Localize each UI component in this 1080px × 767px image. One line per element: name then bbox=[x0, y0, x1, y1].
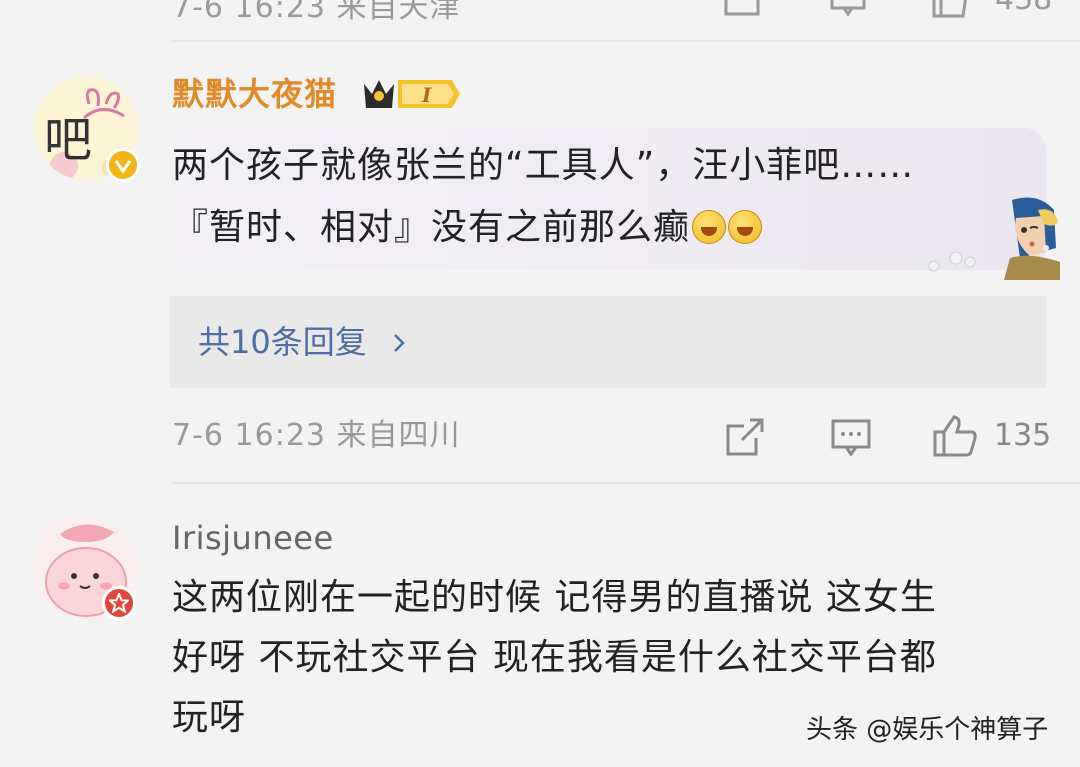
comment-text-line-1: 这两位刚在一起的时候 记得男的直播说 这女生 bbox=[172, 577, 937, 618]
comment-text-line-2-text: 『暂时、相对』没有之前那么癫 bbox=[172, 207, 691, 248]
laugh-cry-emoji-icon bbox=[692, 210, 727, 244]
chevron-right-icon bbox=[394, 334, 405, 352]
avatar[interactable] bbox=[34, 516, 138, 620]
comment-text-line-2: 好呀 不玩社交平台 现在我看是什么社交平台都 bbox=[172, 637, 937, 678]
like-icon[interactable] bbox=[930, 0, 970, 18]
avatar[interactable]: 吧 bbox=[34, 76, 140, 182]
comment-icon[interactable] bbox=[830, 418, 872, 458]
username[interactable]: Irisjuneee bbox=[172, 518, 334, 558]
like-icon[interactable] bbox=[932, 414, 978, 458]
verified-badge-icon bbox=[106, 148, 140, 182]
view-replies-label: 共10条回复 bbox=[198, 322, 411, 362]
star-badge-icon bbox=[102, 586, 136, 620]
comment-meta: 7-6 16:23 来自四川 bbox=[172, 418, 461, 453]
username[interactable]: 默默大夜猫 bbox=[172, 74, 337, 114]
watermark: 头条 @娱乐个神算子 bbox=[806, 715, 1049, 745]
share-icon[interactable] bbox=[722, 0, 762, 18]
svg-text:吧: 吧 bbox=[44, 112, 92, 168]
vip-crown-badge-icon: I bbox=[364, 80, 460, 108]
share-icon[interactable] bbox=[724, 416, 766, 458]
previous-comment-meta: 7-6 16:23 来自天津 bbox=[172, 0, 461, 25]
comment-text-line-2: 『暂时、相对』没有之前那么癫 bbox=[172, 202, 763, 254]
view-replies-button[interactable]: 共10条回复 bbox=[170, 296, 1046, 388]
comment-text-line-1: 两个孩子就像张兰的“工具人”，汪小菲吧…… bbox=[172, 145, 915, 186]
girl-with-pearl-earring-sticker-icon bbox=[928, 197, 1060, 280]
like-count: 135 bbox=[994, 418, 1052, 453]
divider bbox=[172, 482, 1080, 484]
previous-like-count: 458 bbox=[995, 0, 1052, 17]
comment-icon[interactable] bbox=[828, 0, 868, 18]
divider bbox=[172, 40, 1080, 42]
laugh-cry-emoji-icon bbox=[728, 210, 763, 244]
svg-text:I: I bbox=[421, 83, 432, 107]
comment-text-line-3: 玩呀 bbox=[172, 697, 247, 738]
